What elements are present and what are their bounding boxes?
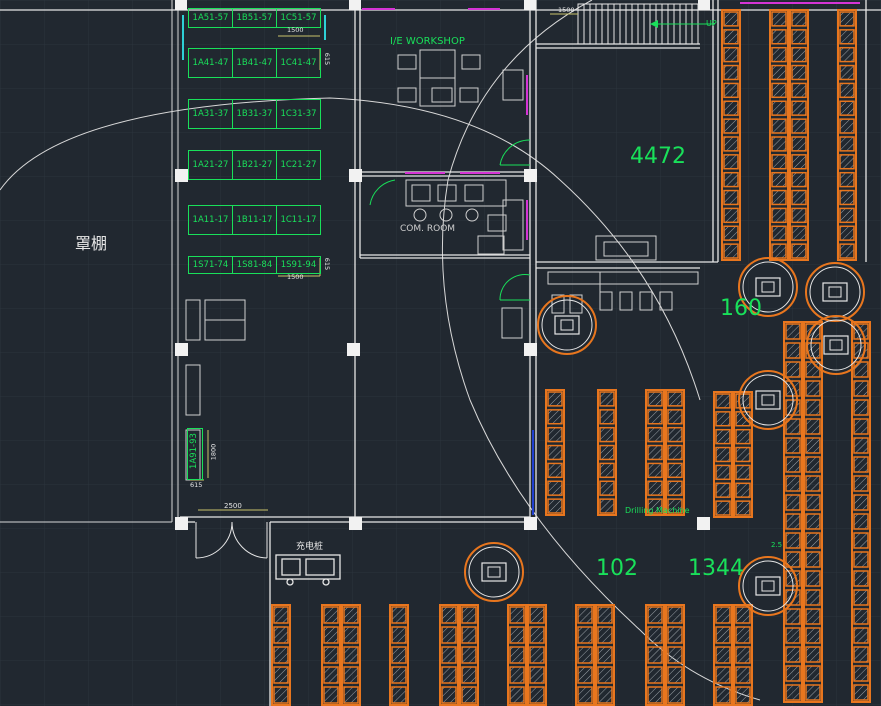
storage-rack xyxy=(321,604,341,706)
dim-1800: 1800 xyxy=(209,443,218,461)
storage-bay-cell: 1S91-94 xyxy=(276,256,321,274)
storage-bay-cell: 1A21-27 xyxy=(188,150,233,180)
storage-rack xyxy=(575,604,595,706)
storage-rack xyxy=(341,604,361,706)
side-bay-text: 1A91-93 xyxy=(189,433,199,469)
storage-bay-cell: 1B11-17 xyxy=(232,205,277,235)
storage-rack xyxy=(389,604,409,706)
storage-bay-cell: 1C51-57 xyxy=(276,8,321,28)
dim-2500: 2500 xyxy=(224,502,242,510)
storage-bay-cell: 1C11-17 xyxy=(276,205,321,235)
charging-station-label: 充电桩 xyxy=(296,542,324,552)
dim-615-top: 615 xyxy=(323,52,332,66)
dim-1500-top: 1500 xyxy=(287,26,304,34)
side-bay-label: 1A91-93 xyxy=(187,428,203,480)
storage-rack xyxy=(527,604,547,706)
dim-1500-bottom: 1500 xyxy=(287,273,304,281)
storage-bay-cell: 1C21-27 xyxy=(276,150,321,180)
storage-bay-cell: 1S81-84 xyxy=(232,256,277,274)
storage-bay-cell: 1C31-37 xyxy=(276,99,321,129)
storage-bay-cell: 1B51-57 xyxy=(232,8,277,28)
storage-rack xyxy=(713,604,733,706)
dim-615-bottom: 615 xyxy=(323,257,332,271)
com-room-label: COM. ROOM xyxy=(400,224,456,234)
storage-rack xyxy=(459,604,479,706)
storage-bay-cell: 1C41-47 xyxy=(276,48,321,78)
dim-2-5: 2.5 xyxy=(771,541,783,549)
dim-1500-stairs: 1500 xyxy=(558,6,575,14)
storage-bay-cell: 1A31-37 xyxy=(188,99,233,129)
distance-102: 102 xyxy=(596,556,638,581)
storage-bay-cell: 1S71-74 xyxy=(188,256,233,274)
storage-bay-cell: 1B41-47 xyxy=(232,48,277,78)
dim-615-side: 615 xyxy=(190,481,203,489)
floor-plan-canvas[interactable] xyxy=(0,0,881,706)
storage-bay-cell: 1A11-17 xyxy=(188,205,233,235)
canopy-label: 罩棚 xyxy=(75,234,108,253)
storage-rack xyxy=(271,604,291,706)
stairs-up-label: UP xyxy=(706,19,717,28)
storage-bay-cell: 1B31-37 xyxy=(232,99,277,129)
distance-4472: 4472 xyxy=(630,144,686,169)
storage-rack xyxy=(733,604,753,706)
storage-bay-cell: 1B21-27 xyxy=(232,150,277,180)
storage-rack xyxy=(507,604,527,706)
storage-rack xyxy=(595,604,615,706)
distance-1344: 1344 xyxy=(688,556,744,581)
workshop-label: I/E WORKSHOP xyxy=(390,36,465,47)
storage-bay-cell: 1A41-47 xyxy=(188,48,233,78)
storage-bay-cell: 1A51-57 xyxy=(188,8,233,28)
storage-rack xyxy=(439,604,459,706)
distance-160: 160 xyxy=(720,296,762,321)
storage-rack xyxy=(645,604,665,706)
drilling-machine-label: Drilling Machine xyxy=(625,506,690,515)
storage-rack xyxy=(665,604,685,706)
